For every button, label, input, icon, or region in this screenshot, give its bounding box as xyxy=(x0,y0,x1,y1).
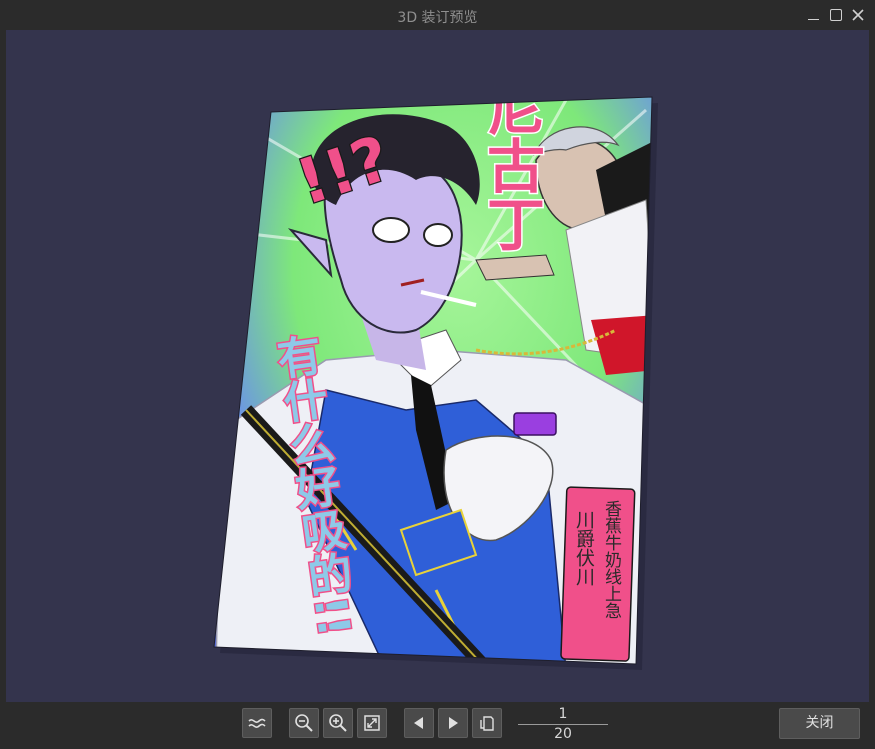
zoom-out-icon xyxy=(295,714,313,732)
svg-text:尼古丁: 尼古丁 xyxy=(477,78,545,252)
author-box: 香蕉牛奶线上急 川爵伏川 xyxy=(560,486,636,662)
page-curl-button[interactable] xyxy=(242,708,272,738)
maximize-icon xyxy=(830,9,842,21)
zoom-out-button[interactable] xyxy=(289,708,319,738)
cover-title: 尼古丁 xyxy=(476,78,547,254)
book-cover-3d[interactable]: 尼古丁 !!? 有什么好吸的!! 香蕉牛奶线上急 川爵伏川 xyxy=(6,30,869,702)
fit-window-icon xyxy=(364,715,380,731)
minimize-button[interactable] xyxy=(804,6,822,24)
next-page-icon xyxy=(449,717,458,729)
page-indicator: 1 20 xyxy=(518,706,608,744)
prev-page-button[interactable] xyxy=(404,708,434,738)
maximize-button[interactable] xyxy=(827,6,845,24)
page-spread-icon xyxy=(480,716,494,731)
preview-viewport[interactable]: 尼古丁 !!? 有什么好吸的!! 香蕉牛奶线上急 川爵伏川 xyxy=(6,30,869,702)
window-title: 3D 装订预览 xyxy=(397,10,478,26)
cover-art: 尼古丁 !!? 有什么好吸的!! 香蕉牛奶线上急 川爵伏川 xyxy=(214,78,652,664)
total-pages: 20 xyxy=(554,726,572,742)
close-window-button[interactable] xyxy=(849,6,867,24)
page-spread-button[interactable] xyxy=(472,708,502,738)
page-separator xyxy=(518,724,608,725)
current-page: 1 xyxy=(558,706,568,722)
zoom-in-button[interactable] xyxy=(323,708,353,738)
title-bar: 3D 装订预览 xyxy=(0,0,875,30)
bottom-toolbar: 1 20 关闭 xyxy=(0,702,875,749)
close-icon xyxy=(852,9,864,21)
page-curl-icon xyxy=(248,718,266,728)
minimize-icon xyxy=(807,19,819,20)
author-line-1: 香蕉牛奶线上急 xyxy=(601,500,622,619)
fit-window-button[interactable] xyxy=(357,708,387,738)
author-line-2: 川爵伏川 xyxy=(573,510,595,586)
close-button[interactable]: 关闭 xyxy=(779,708,860,739)
zoom-in-icon xyxy=(329,714,347,732)
prev-page-icon xyxy=(414,717,423,729)
next-page-button[interactable] xyxy=(438,708,468,738)
